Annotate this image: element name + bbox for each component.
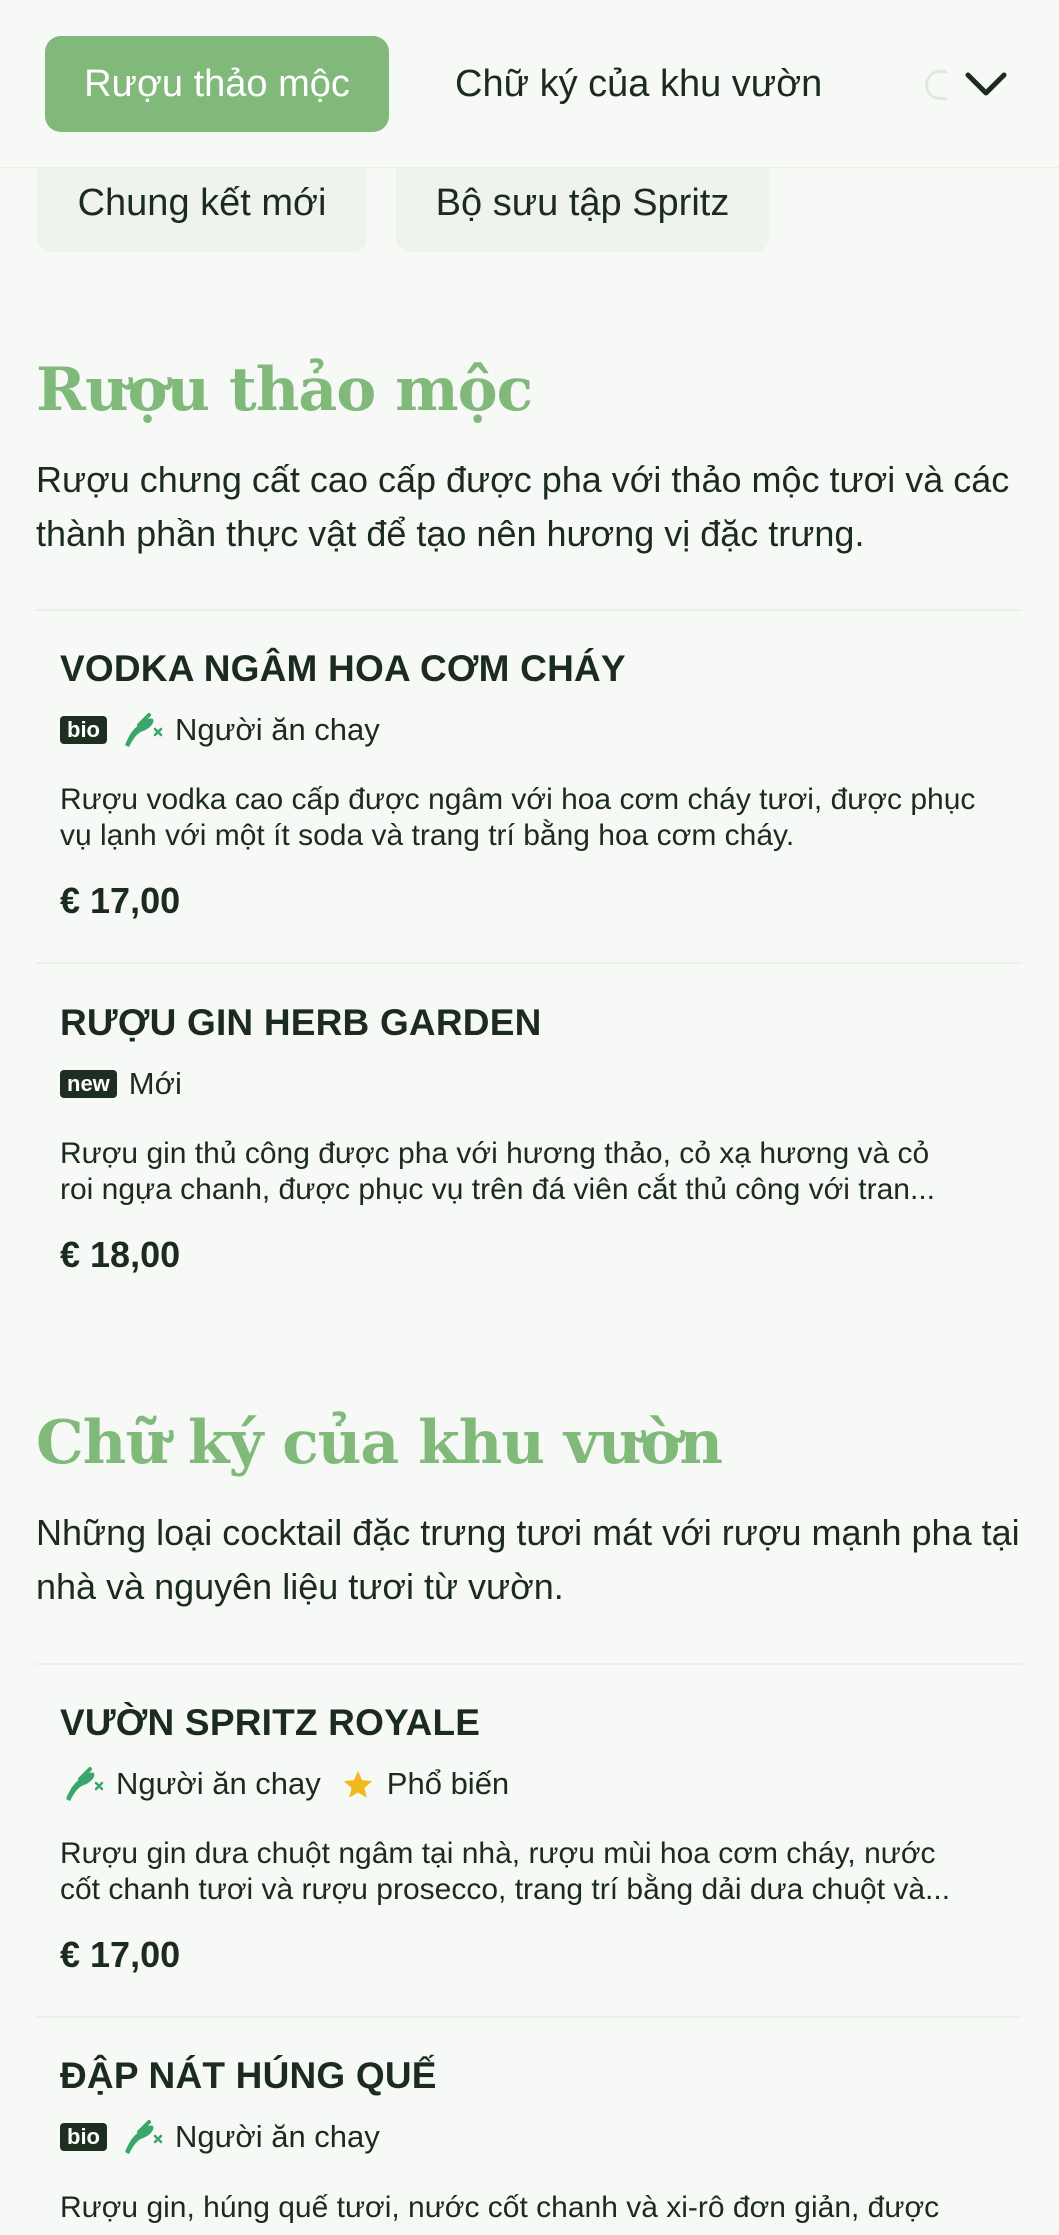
- bio-badge: bio: [60, 2123, 107, 2151]
- divider: [36, 2016, 1022, 2018]
- tag-label: Người ăn chay: [116, 1766, 321, 1801]
- menu-item-tags: Người ăn chay Phổ biến: [60, 1764, 517, 1804]
- tab-ruou-thao-moc[interactable]: Rượu thảo mộc: [45, 36, 389, 132]
- tag-label: Người ăn chay: [175, 712, 380, 747]
- section-description: Rượu chưng cất cao cấp được pha với thảo…: [36, 459, 1010, 554]
- tab-chu-ky-khu-vuon[interactable]: Chữ ký của khu vườn: [455, 36, 822, 132]
- new-badge: new: [60, 1070, 117, 1098]
- chip-chung-ket-moi[interactable]: Chung kết mới: [37, 168, 367, 252]
- category-nav: Rượu thảo mộc Chữ ký của khu vườn: [0, 0, 1059, 168]
- menu-item-description: Rượu vodka cao cấp được ngâm với hoa cơm…: [60, 783, 976, 852]
- divider: [36, 609, 1022, 611]
- vegetarian-icon: [119, 711, 163, 750]
- menu-item-description-line: Rượu gin, húng quế tươi, nước cốt chanh …: [60, 2191, 940, 2224]
- tag-label: Phổ biến: [386, 1766, 510, 1801]
- tag-label: Mới: [128, 1066, 182, 1101]
- section-title: Chữ ký của khu vườn: [36, 1408, 723, 1478]
- menu-item-name[interactable]: VODKA NGÂM HOA CƠM CHÁY: [60, 648, 626, 690]
- divider: [36, 1663, 1022, 1665]
- menu-item-price: € 18,00: [60, 1234, 181, 1275]
- menu-item-price: € 17,00: [60, 880, 181, 921]
- chevron-down-icon[interactable]: [960, 54, 1012, 114]
- divider: [36, 962, 1022, 964]
- chip-bo-suu-tap-spritz[interactable]: Bộ sưu tập Spritz: [396, 168, 769, 252]
- tab-peek-partial[interactable]: [925, 70, 947, 100]
- menu-item-description-line: roi ngựa chanh, được phục vụ trên đá viê…: [60, 1173, 935, 1206]
- section-description: Những loại cocktail đặc trưng tươi mát v…: [36, 1512, 1020, 1607]
- star-icon: [341, 1766, 375, 1803]
- menu-item-name[interactable]: ĐẬP NÁT HÚNG QUẾ: [60, 2055, 437, 2097]
- vegetarian-icon: [119, 2118, 163, 2157]
- tag-label: Người ăn chay: [175, 2119, 380, 2154]
- menu-item-description-line: Rượu gin thủ công được pha với hương thả…: [60, 1137, 930, 1170]
- menu-item-name[interactable]: VƯỜN SPRITZ ROYALE: [60, 1702, 480, 1744]
- menu-item-description-line: Rượu gin dưa chuột ngâm tại nhà, rượu mù…: [60, 1837, 936, 1870]
- menu-item-description-line: cốt chanh tươi và rượu prosecco, trang t…: [60, 1873, 951, 1906]
- bio-badge: bio: [60, 716, 107, 744]
- menu-item-tags: bio Người ăn chay: [60, 2117, 388, 2157]
- vegetarian-icon: [60, 1765, 104, 1804]
- menu-item-tags: new Mới: [60, 1064, 190, 1104]
- section-title: Rượu thảo mộc: [36, 355, 533, 425]
- menu-item-tags: bio Người ăn chay: [60, 710, 388, 750]
- menu-item-name[interactable]: RƯỢU GIN HERB GARDEN: [60, 1002, 542, 1044]
- category-chips: Chung kết mới Bộ sưu tập Spritz: [0, 168, 1059, 258]
- menu-item-price: € 17,00: [60, 1934, 181, 1975]
